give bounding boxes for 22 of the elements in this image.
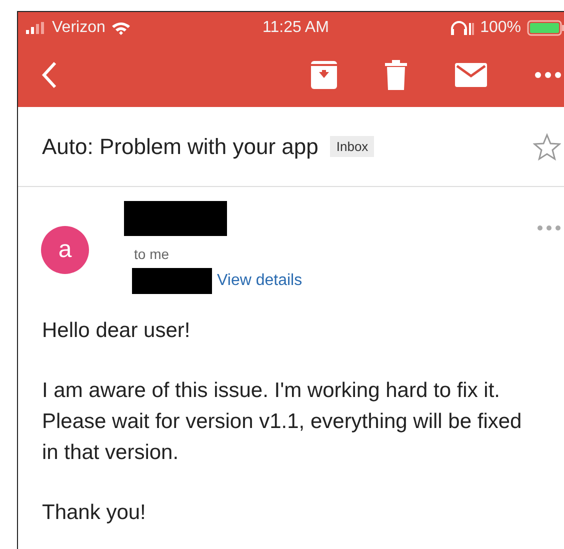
battery-percent: 100%: [480, 18, 521, 36]
star-icon[interactable]: [533, 132, 561, 160]
more-icon[interactable]: [535, 72, 561, 78]
inbox-label: Inbox: [330, 136, 374, 157]
body-paragraph: I am aware of this issue. I'm working hard to fix it. Please wait for version v1.1, everything will be fixed in that version.: [42, 378, 523, 466]
more-icon[interactable]: [537, 225, 561, 231]
carrier-name: Verizon: [52, 18, 106, 36]
signal-icon: [26, 22, 46, 34]
mail-icon[interactable]: [455, 63, 487, 87]
back-icon[interactable]: [41, 61, 57, 89]
body-paragraph: Thank you!: [42, 500, 147, 526]
archive-icon[interactable]: [311, 61, 337, 89]
sender-avatar: a: [41, 226, 89, 274]
recipient-text: to me: [134, 246, 170, 262]
wifi-icon: [111, 20, 132, 34]
view-details-link[interactable]: View details: [217, 272, 302, 290]
email-subject: Auto: Problem with your app: [42, 134, 318, 160]
clock-time: 11:25 AM: [262, 18, 329, 36]
battery-icon: [527, 20, 564, 36]
headphones-icon: [450, 20, 474, 34]
body-paragraph: Hello dear user!: [42, 318, 192, 344]
trash-icon[interactable]: [385, 60, 407, 90]
